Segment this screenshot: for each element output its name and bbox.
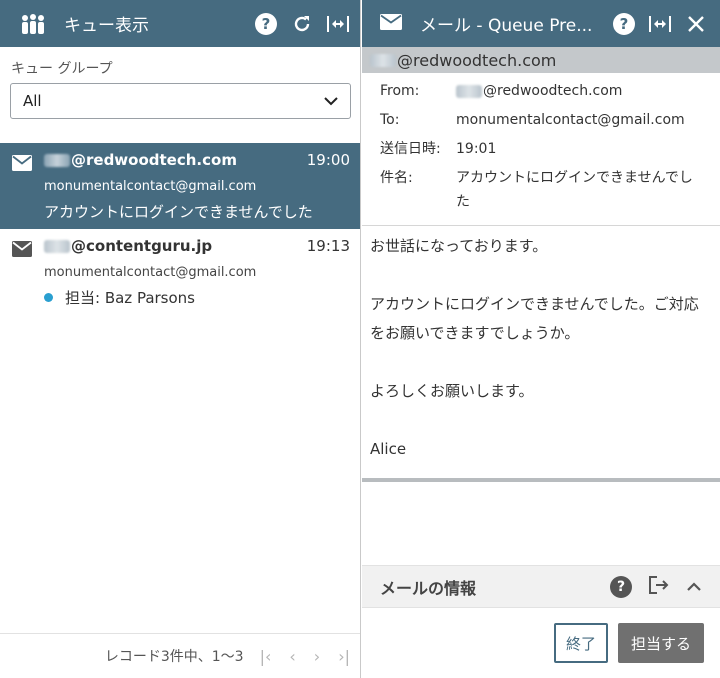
mail-info-title: メールの情報 <box>380 578 477 598</box>
from-value: @redwoodtech.com <box>483 83 623 99</box>
chevron-up-icon[interactable] <box>686 577 702 596</box>
help-icon[interactable]: ? <box>612 12 636 36</box>
body-signature: Alice <box>370 440 407 458</box>
redacted-text <box>370 53 396 67</box>
queue-group-label: キュー グループ <box>11 61 113 77</box>
mail-header: メール - Queue Pre... ? <box>362 0 720 47</box>
mail-title: メール - Queue Pre... <box>420 16 593 36</box>
mail-body: お世話になっております。 アカウントにログインできませんでした。ご対応をお願いで… <box>362 226 720 478</box>
mail-panel: メール - Queue Pre... ? @redwoodtech.com Fr… <box>362 0 720 678</box>
help-icon[interactable]: ? <box>254 12 278 36</box>
refresh-icon[interactable] <box>290 12 314 36</box>
assign-button[interactable]: 担当する <box>618 623 704 663</box>
queue-group-select[interactable]: All <box>10 83 351 119</box>
mail-info-bar[interactable]: メールの情報 ? <box>362 565 720 607</box>
subject-value: アカウントにログインできませんでした <box>456 170 693 210</box>
close-icon[interactable] <box>684 12 708 36</box>
item-from: @contentguru.jp <box>71 237 213 255</box>
sent-label: 送信日時: <box>380 141 441 157</box>
mail-headers: From: @redwoodtech.com To: monumentalcon… <box>362 73 720 226</box>
to-value: monumentalcontact@gmail.com <box>456 112 685 128</box>
expand-horizontal-icon[interactable] <box>326 12 350 36</box>
item-to: monumentalcontact@gmail.com <box>44 265 257 280</box>
prev-page-icon[interactable]: ‹ <box>289 647 295 666</box>
end-button[interactable]: 終了 <box>554 623 608 663</box>
sender-bar: @redwoodtech.com <box>362 47 720 73</box>
redacted-text <box>456 84 482 98</box>
item-time: 19:13 <box>306 237 350 255</box>
help-icon[interactable]: ? <box>610 575 632 598</box>
status-dot <box>44 293 53 302</box>
expand-horizontal-icon[interactable] <box>648 12 672 36</box>
queue-group-value: All <box>23 92 42 110</box>
mail-actions: 終了 担当する <box>362 607 720 678</box>
to-label: To: <box>380 112 400 128</box>
item-subject: アカウントにログインできませんでした <box>44 203 313 221</box>
item-time: 19:00 <box>306 151 350 169</box>
queue-list-item[interactable]: @contentguru.jp 19:13 monumentalcontact@… <box>0 229 360 315</box>
divider <box>362 478 720 482</box>
subject-label: 件名: <box>380 170 413 186</box>
item-assignee-text: 担当: Baz Parsons <box>65 289 195 307</box>
from-label: From: <box>380 83 420 99</box>
next-page-icon[interactable]: › <box>314 647 320 666</box>
item-assignee: 担当: Baz Parsons <box>44 287 195 308</box>
sent-value: 19:01 <box>456 141 497 157</box>
mail-icon <box>12 155 32 175</box>
people-group-icon <box>20 12 46 36</box>
item-from: @redwoodtech.com <box>71 151 237 169</box>
first-page-icon[interactable]: |‹ <box>260 647 272 666</box>
mail-icon <box>12 241 32 261</box>
queue-header: キュー表示 ? <box>0 0 360 47</box>
body-line: お世話になっております。 <box>370 237 548 255</box>
mail-icon <box>380 13 402 34</box>
pagination-bar: レコード3件中、1〜3 |‹ ‹ › ›| <box>0 633 360 678</box>
redacted-text <box>44 240 70 253</box>
records-count: レコード3件中、1〜3 <box>104 649 244 665</box>
queue-panel: キュー表示 ? キュー グループ All @redwoodtech.com 19… <box>0 0 361 678</box>
sender-address: @redwoodtech.com <box>397 50 557 70</box>
queue-title: キュー表示 <box>64 16 149 36</box>
redacted-text <box>44 154 70 167</box>
last-page-icon[interactable]: ›| <box>338 647 350 666</box>
logout-icon[interactable] <box>648 575 670 599</box>
queue-list-item[interactable]: @redwoodtech.com 19:00 monumentalcontact… <box>0 143 360 229</box>
body-line: アカウントにログインできませんでした。ご対応をお願いできますでしょうか。 <box>370 295 699 342</box>
body-line: よろしくお願いします。 <box>370 382 534 400</box>
chevron-down-icon <box>324 92 338 110</box>
item-to: monumentalcontact@gmail.com <box>44 179 257 194</box>
queue-list: @redwoodtech.com 19:00 monumentalcontact… <box>0 143 360 315</box>
